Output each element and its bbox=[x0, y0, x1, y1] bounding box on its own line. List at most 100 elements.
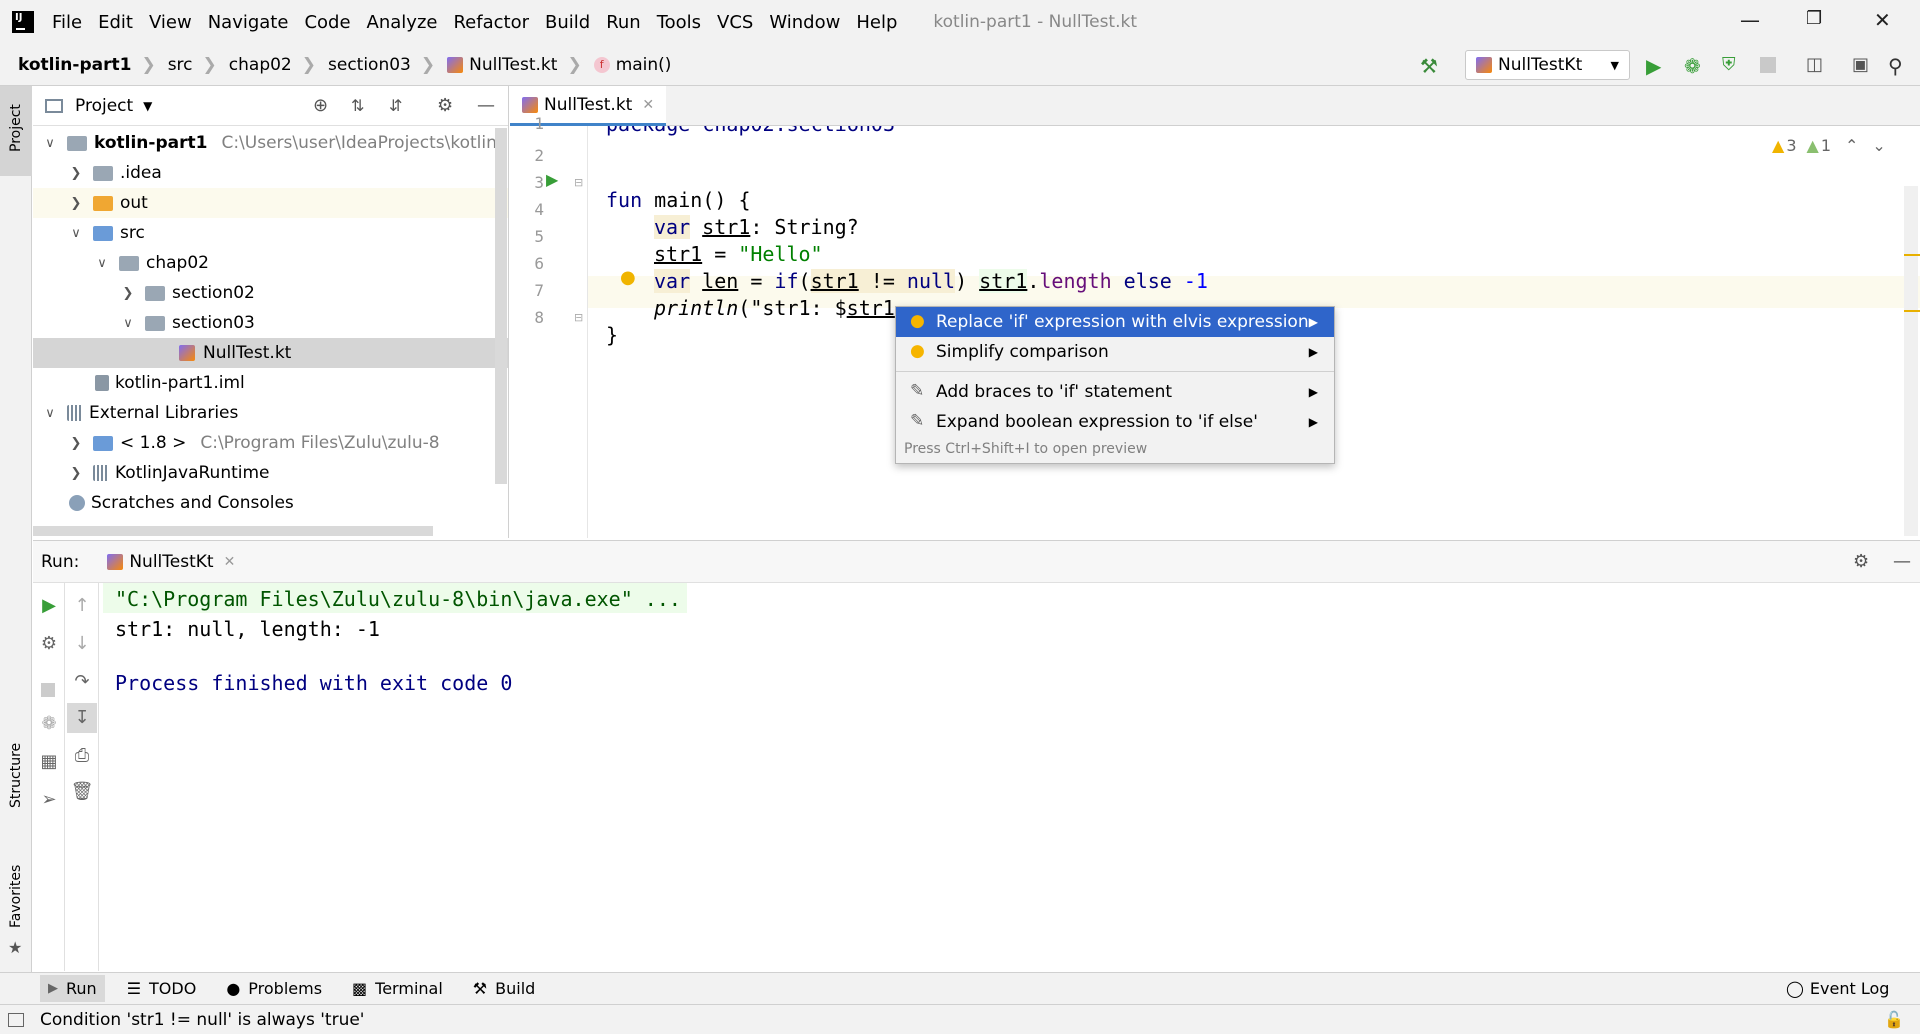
soft-wrap-icon[interactable]: ↷ bbox=[70, 671, 94, 695]
breadcrumb-section03[interactable]: section03 ❯ bbox=[328, 55, 435, 75]
tree-item-jdk[interactable]: ❯ < 1.8 > C:\Program Files\Zulu\zulu-8 bbox=[69, 428, 440, 458]
intention-add-braces[interactable]: ✎ Add braces to 'if' statement ▶ bbox=[896, 377, 1334, 407]
minimize-icon[interactable]: — bbox=[1740, 8, 1760, 32]
chevron-down-icon[interactable]: ∨ bbox=[69, 226, 83, 241]
project-view-title[interactable]: Project bbox=[75, 96, 133, 116]
tool-tab-problems[interactable]: ● Problems bbox=[218, 975, 330, 1002]
chevron-right-icon[interactable]: ❯ bbox=[121, 286, 135, 301]
menu-navigate[interactable]: Navigate bbox=[208, 12, 289, 33]
intention-simplify-comparison[interactable]: ● Simplify comparison ▶ bbox=[896, 337, 1334, 367]
hide-panel-icon[interactable]: — bbox=[1893, 551, 1911, 572]
intention-replace-elvis[interactable]: ● Replace 'if' expression with elvis expr… bbox=[896, 307, 1334, 337]
run-configuration-select[interactable]: NullTestKt ▼ bbox=[1465, 50, 1630, 80]
fold-icon[interactable]: ⊟ bbox=[574, 311, 583, 324]
tree-item-out[interactable]: ❯ out bbox=[33, 188, 508, 218]
chevron-down-icon[interactable]: ▼ bbox=[143, 99, 152, 113]
up-arrow-icon[interactable]: ↑ bbox=[70, 595, 94, 619]
breadcrumb-function[interactable]: f main() bbox=[593, 55, 671, 75]
chevron-down-icon[interactable]: ∨ bbox=[43, 406, 57, 421]
vertical-scrollbar[interactable] bbox=[495, 128, 507, 484]
gear-icon[interactable]: ⚙ bbox=[437, 95, 453, 116]
wrench-icon[interactable]: ⚙ bbox=[37, 633, 61, 657]
tree-item-scratches[interactable]: Scratches and Consoles bbox=[69, 488, 294, 518]
structure-tool-label[interactable]: Structure bbox=[8, 743, 24, 808]
tree-item-kotlin-runtime[interactable]: ❯ KotlinJavaRuntime bbox=[69, 458, 270, 488]
lightbulb-icon[interactable]: ● bbox=[620, 267, 636, 288]
rerun-icon[interactable]: ▶ bbox=[37, 595, 61, 619]
chevron-down-icon[interactable]: ∨ bbox=[121, 316, 135, 331]
layout-icon[interactable]: ▣ bbox=[1852, 54, 1874, 76]
restore-icon[interactable]: ❐ bbox=[1806, 8, 1822, 29]
scroll-to-end-icon[interactable]: ↧ bbox=[67, 703, 97, 733]
chevron-right-icon[interactable]: ❯ bbox=[69, 466, 83, 481]
down-arrow-icon[interactable]: ↓ bbox=[70, 633, 94, 657]
gear-icon[interactable]: ⚙ bbox=[1853, 551, 1869, 572]
search-icon[interactable]: ⚲ bbox=[1888, 54, 1910, 78]
menu-refactor[interactable]: Refactor bbox=[453, 12, 529, 33]
favorites-tool-label[interactable]: Favorites bbox=[8, 865, 24, 928]
tree-item-section03[interactable]: ∨ section03 bbox=[121, 308, 255, 338]
chevron-down-icon[interactable]: ∨ bbox=[43, 136, 57, 151]
coverage-icon[interactable]: ⛨ bbox=[1722, 54, 1744, 76]
trash-icon[interactable]: 🗑 bbox=[70, 781, 94, 805]
horizontal-scrollbar[interactable] bbox=[33, 526, 433, 536]
tree-item-nulltest[interactable]: NullTest.kt bbox=[33, 338, 508, 368]
breadcrumb-file[interactable]: NullTest.kt ❯ bbox=[447, 55, 582, 75]
fold-icon[interactable]: ⊟ bbox=[574, 176, 583, 189]
menu-window[interactable]: Window bbox=[769, 12, 840, 33]
close-icon[interactable]: ✕ bbox=[1874, 8, 1891, 32]
chevron-down-icon[interactable]: ∨ bbox=[95, 256, 109, 271]
menu-file[interactable]: File bbox=[52, 12, 82, 33]
debug-icon[interactable]: ❁ bbox=[37, 713, 61, 737]
breadcrumb-chap02[interactable]: chap02 ❯ bbox=[229, 55, 316, 75]
project-structure-icon[interactable]: ◫ bbox=[1806, 54, 1828, 76]
tree-item-chap02[interactable]: ∨ chap02 bbox=[95, 248, 209, 278]
menu-edit[interactable]: Edit bbox=[98, 12, 133, 33]
stop-icon[interactable] bbox=[1760, 57, 1776, 73]
close-tab-icon[interactable]: ✕ bbox=[224, 554, 236, 570]
lock-icon[interactable]: 🔓 bbox=[1884, 1010, 1904, 1029]
chevron-right-icon[interactable]: ❯ bbox=[69, 166, 83, 181]
stop-icon[interactable] bbox=[41, 683, 55, 697]
collapse-all-icon[interactable]: ⇵ bbox=[389, 96, 402, 115]
chevron-right-icon[interactable]: ❯ bbox=[69, 436, 83, 451]
pin-icon[interactable]: ➢ bbox=[37, 789, 61, 813]
menu-tools[interactable]: Tools bbox=[657, 12, 701, 33]
menu-build[interactable]: Build bbox=[545, 12, 590, 33]
tool-tab-run[interactable]: ▶ Run bbox=[40, 975, 105, 1002]
tree-item-iml[interactable]: kotlin-part1.iml bbox=[95, 368, 245, 398]
run-tab-label[interactable]: NullTestKt bbox=[129, 552, 213, 572]
next-highlight-icon[interactable]: ⌄ bbox=[1872, 136, 1885, 155]
debug-icon[interactable]: ❁ bbox=[1684, 54, 1706, 78]
menu-vcs[interactable]: VCS bbox=[717, 12, 753, 33]
breadcrumb-src[interactable]: src ❯ bbox=[168, 55, 217, 75]
tool-tab-terminal[interactable]: ▩ Terminal bbox=[344, 975, 451, 1002]
run-icon[interactable]: ▶ bbox=[1646, 54, 1668, 78]
close-tab-icon[interactable]: ✕ bbox=[642, 97, 654, 113]
build-hammer-icon[interactable]: ⚒ bbox=[1420, 54, 1442, 78]
tool-tab-build[interactable]: ⚒ Build bbox=[465, 975, 544, 1002]
previous-highlight-icon[interactable]: ⌃ bbox=[1845, 136, 1858, 155]
hide-panel-icon[interactable]: — bbox=[477, 95, 495, 116]
intention-expand-boolean[interactable]: ✎ Expand boolean expression to 'if else' ▶ bbox=[896, 407, 1334, 437]
warning-stripe[interactable] bbox=[1904, 254, 1920, 256]
inspection-widget[interactable]: ▲ 3 ▲ 1 ⌃ ⌄ bbox=[1772, 136, 1886, 155]
tree-item-src[interactable]: ∨ src bbox=[69, 218, 145, 248]
tool-tab-event-log[interactable]: ◯ Event Log bbox=[1778, 975, 1897, 1002]
tree-item-external-libraries[interactable]: ∨ External Libraries bbox=[43, 398, 238, 428]
tool-tab-todo[interactable]: ☰ TODO bbox=[119, 975, 205, 1002]
restore-layout-icon[interactable]: ▦ bbox=[37, 751, 61, 775]
editor-scrollbar[interactable] bbox=[1904, 186, 1918, 536]
menu-help[interactable]: Help bbox=[856, 12, 897, 33]
menu-run[interactable]: Run bbox=[606, 12, 641, 33]
tree-item-idea[interactable]: ❯ .idea bbox=[69, 158, 162, 188]
menu-view[interactable]: View bbox=[149, 12, 192, 33]
tree-item-project-root[interactable]: ∨ kotlin-part1 C:\Users\user\IdeaProjects\… bbox=[43, 128, 503, 158]
run-gutter-icon[interactable]: ▶ bbox=[546, 170, 558, 189]
expand-all-icon[interactable]: ⇅ bbox=[351, 96, 364, 115]
warning-stripe[interactable] bbox=[1904, 310, 1920, 312]
tool-windows-icon[interactable] bbox=[8, 1012, 24, 1027]
breadcrumb-project[interactable]: kotlin-part1 ❯ bbox=[18, 55, 156, 75]
chevron-right-icon[interactable]: ❯ bbox=[69, 196, 83, 211]
print-icon[interactable]: ⎙ bbox=[70, 745, 94, 769]
